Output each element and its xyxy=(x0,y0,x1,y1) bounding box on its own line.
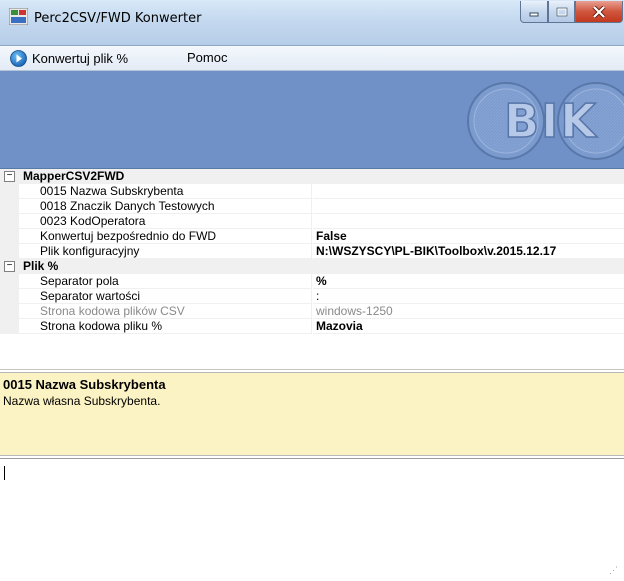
property-value[interactable]: N:\WSZYSCY\PL-BIK\Toolbox\v.2015.12.17 xyxy=(313,244,624,259)
banner: BIK xyxy=(0,71,624,169)
property-row[interactable]: 0015 Nazwa Subskrybenta xyxy=(0,184,624,199)
property-value[interactable] xyxy=(313,214,624,229)
minimize-button[interactable] xyxy=(520,1,548,23)
menu-item-convert[interactable]: Konwertuj plik % xyxy=(10,49,128,67)
property-value[interactable] xyxy=(313,199,624,214)
window-title: Perc2CSV/FWD Konwerter xyxy=(34,11,202,26)
maximize-button[interactable] xyxy=(548,1,575,23)
property-value[interactable]: % xyxy=(313,274,624,289)
close-button[interactable] xyxy=(575,1,623,23)
property-row[interactable]: Separator wartości : xyxy=(0,289,624,304)
menu-bar: Konwertuj plik % Pomoc xyxy=(0,46,624,71)
help-title: 0015 Nazwa Subskrybenta xyxy=(3,377,166,392)
property-value[interactable]: : xyxy=(313,289,624,304)
property-row: Strona kodowa plików CSV windows-1250 xyxy=(0,304,624,319)
property-name: 0018 Znaczik Danych Testowych xyxy=(19,199,312,214)
property-grid: − MapperCSV2FWD 0015 Nazwa Subskrybenta … xyxy=(0,169,624,370)
bik-logo-text: BIK xyxy=(504,94,598,148)
property-name: Strona kodowa pliku % xyxy=(19,319,312,334)
close-icon xyxy=(592,5,606,18)
property-value[interactable] xyxy=(313,184,624,199)
help-description: Nazwa własna Subskrybenta. xyxy=(3,394,161,408)
property-row[interactable]: Plik konfiguracyjny N:\WSZYSCY\PL-BIK\To… xyxy=(0,244,624,259)
property-value[interactable]: Mazovia xyxy=(313,319,624,334)
menu-item-convert-label: Konwertuj plik % xyxy=(32,50,129,66)
property-name: Separator wartości xyxy=(19,289,312,304)
play-circle-icon xyxy=(10,49,27,67)
menu-item-help[interactable]: Pomoc xyxy=(187,50,227,65)
property-row[interactable]: 0023 KodOperatora xyxy=(0,214,624,229)
property-value: windows-1250 xyxy=(313,304,624,319)
collapse-icon[interactable]: − xyxy=(4,171,15,182)
property-name: Plik konfiguracyjny xyxy=(19,244,312,259)
property-row[interactable]: Strona kodowa pliku % Mazovia xyxy=(0,319,624,334)
property-row[interactable]: Separator pola % xyxy=(0,274,624,289)
property-name: Strona kodowa plików CSV xyxy=(19,304,312,319)
text-caret xyxy=(4,466,5,480)
category-label: MapperCSV2FWD xyxy=(23,169,125,183)
property-row[interactable]: Konwertuj bezpośrednio do FWD False xyxy=(0,229,624,244)
bik-logo: BIK xyxy=(467,82,624,160)
property-value[interactable]: False xyxy=(313,229,624,244)
maximize-icon xyxy=(556,7,567,16)
property-name: Separator pola xyxy=(19,274,312,289)
app-icon xyxy=(9,8,28,25)
minimize-icon xyxy=(529,12,539,16)
category-row-mappercsv2fwd[interactable]: − MapperCSV2FWD xyxy=(0,169,624,184)
property-row[interactable]: 0018 Znaczik Danych Testowych xyxy=(0,199,624,214)
property-name: 0015 Nazwa Subskrybenta xyxy=(19,184,312,199)
collapse-icon[interactable]: − xyxy=(4,261,15,272)
log-textarea[interactable] xyxy=(0,458,624,581)
category-label: Plik % xyxy=(23,259,59,273)
property-help-panel: 0015 Nazwa Subskrybenta Nazwa własna Sub… xyxy=(0,372,624,456)
resize-grip-icon[interactable]: ⋰ xyxy=(609,565,618,576)
property-name: Konwertuj bezpośrednio do FWD xyxy=(19,229,312,244)
property-name: 0023 KodOperatora xyxy=(19,214,312,229)
category-row-plik[interactable]: − Plik % xyxy=(0,259,624,274)
title-bar[interactable]: Perc2CSV/FWD Konwerter xyxy=(0,0,624,46)
app-window: Perc2CSV/FWD Konwerter Konwertuj plik % … xyxy=(0,0,624,581)
